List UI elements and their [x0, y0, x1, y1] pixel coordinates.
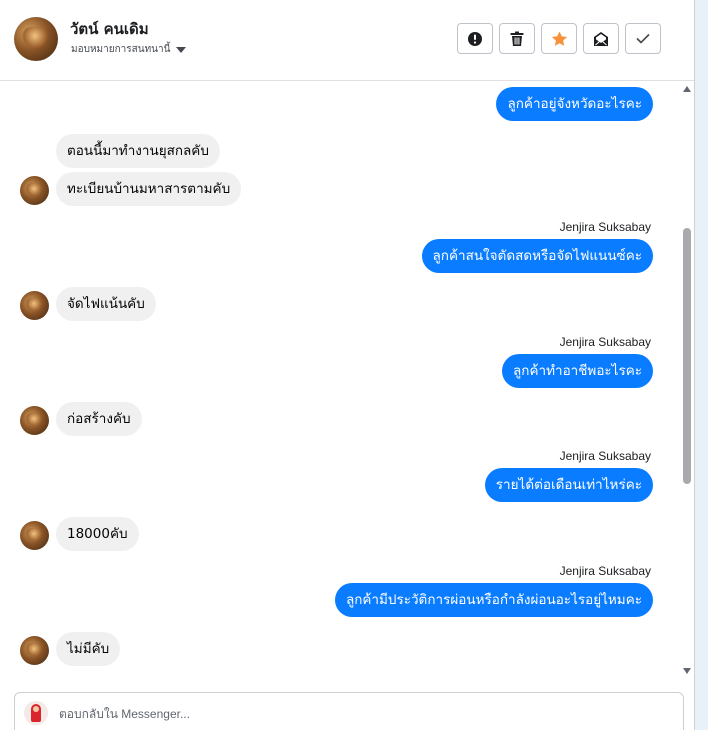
reply-composer [14, 692, 684, 730]
message-bubble-incoming[interactable]: ทะเบียนบ้านมหาสารตามคับ [56, 172, 242, 206]
message-bubble-outgoing[interactable]: ลูกค้าอยู่จังหวัดอะไรคะ [496, 87, 653, 121]
delete-button[interactable] [499, 23, 535, 54]
message-bubble-outgoing[interactable]: ลูกค้ามีประวัติการผ่อนหรือกำลังผ่อนอะไรอ… [334, 583, 653, 617]
action-toolbar [457, 23, 661, 54]
scroll-up-arrow-icon[interactable] [683, 86, 691, 92]
assign-label: มอบหมายการสนทนานี้ [71, 44, 171, 55]
message-bubble-incoming[interactable]: ตอนนี้มาทำงานยุสกลคับ [56, 134, 220, 168]
sender-name: Jenjira Suksabay [559, 564, 651, 578]
spam-button[interactable] [457, 23, 493, 54]
sender-name: Jenjira Suksabay [559, 220, 651, 234]
scrollbar-thumb[interactable] [683, 228, 691, 484]
contact-avatar-small[interactable] [20, 176, 49, 205]
message-bubble-incoming[interactable]: ไม่มีคับ [56, 632, 121, 666]
page-avatar [24, 701, 48, 725]
message-bubble-incoming[interactable]: 18000คับ [56, 517, 139, 551]
trash-icon [510, 31, 524, 46]
done-button[interactable] [625, 23, 661, 54]
mark-unread-button[interactable] [583, 23, 619, 54]
scroll-down-arrow-icon[interactable] [683, 668, 691, 674]
contact-avatar-small[interactable] [20, 406, 49, 435]
alert-icon [468, 31, 482, 46]
message-bubble-incoming[interactable]: จัดไฟแน้นคับ [56, 287, 156, 321]
contact-avatar-small[interactable] [20, 291, 49, 320]
envelope-icon [594, 31, 608, 46]
star-button[interactable] [541, 23, 577, 54]
check-icon [636, 33, 650, 44]
sender-name: Jenjira Suksabay [559, 335, 651, 349]
contact-avatar-small[interactable] [20, 636, 49, 665]
message-bubble-outgoing[interactable]: รายได้ต่อเดือนเท่าไหร่คะ [484, 468, 653, 502]
message-thread[interactable]: ลูกค้าอยู่จังหวัดอะไรคะ ตอนนี้มาทำงานยุส… [0, 81, 680, 683]
reply-input[interactable] [59, 704, 659, 724]
message-bubble-outgoing[interactable]: ลูกค้าทำอาชีพอะไรคะ [502, 354, 653, 388]
assign-conversation-dropdown[interactable]: มอบหมายการสนทนานี้ [71, 42, 187, 57]
contact-name[interactable]: วัตน์ คนเดิม [70, 17, 149, 41]
background-strip [695, 0, 708, 730]
contact-avatar-small[interactable] [20, 521, 49, 550]
star-icon [551, 31, 567, 46]
conversation-panel: วัตน์ คนเดิม มอบหมายการสนทนานี้ ลูกค้าอย… [0, 0, 695, 730]
conversation-header: วัตน์ คนเดิม มอบหมายการสนทนานี้ [0, 0, 694, 81]
message-bubble-incoming[interactable]: ก่อสร้างคับ [56, 402, 142, 436]
caret-down-icon [176, 46, 187, 53]
message-bubble-outgoing[interactable]: ลูกค้าสนใจตัดสดหรือจัดไฟแนนซ์คะ [421, 239, 653, 273]
sender-name: Jenjira Suksabay [559, 449, 651, 463]
contact-avatar[interactable] [14, 17, 58, 61]
